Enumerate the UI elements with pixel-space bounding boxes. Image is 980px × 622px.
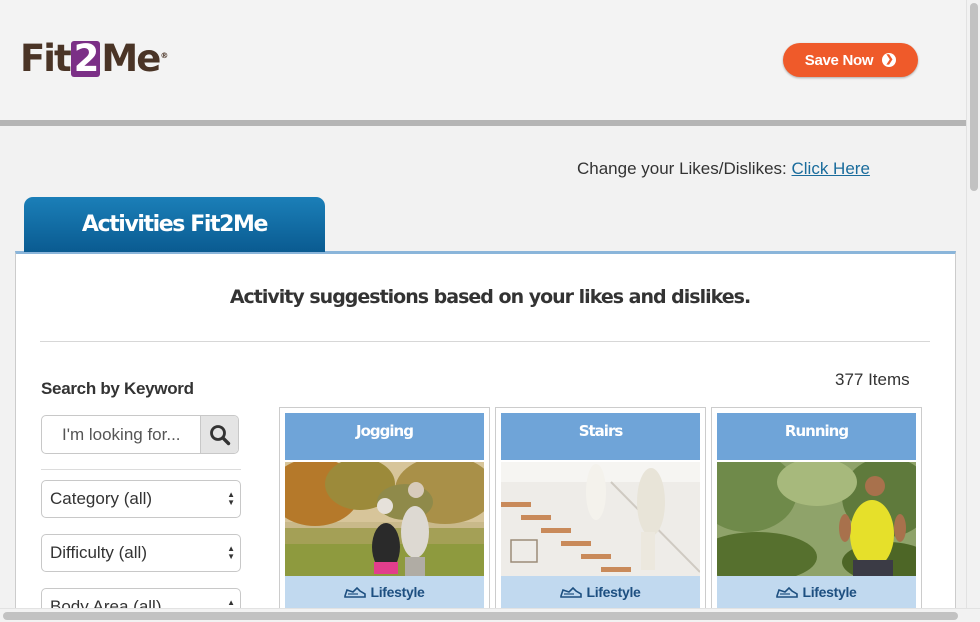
logo-2: 2 [70,40,101,77]
horizontal-scrollbar[interactable] [0,608,980,622]
activity-card-stairs[interactable]: Stairs Lifestyle [495,407,706,622]
select-arrows-icon: ▲▼ [227,544,235,561]
magnifier-icon [209,424,230,445]
logo-trademark: ® [160,51,169,60]
activity-card-running[interactable]: Running Lifestyle [711,407,922,622]
sidebar-divider [41,469,241,470]
logo-fit: Fit [20,37,72,80]
card-tag: Lifestyle [285,576,484,608]
card-tag: Lifestyle [717,576,916,608]
category-select-value: Category (all) [50,489,153,508]
card-tag-label: Lifestyle [802,584,857,600]
save-now-button[interactable]: Save Now ❯ [783,43,918,77]
panel-subtitle: Activity suggestions based on your likes… [229,286,751,308]
card-tag: Lifestyle [501,576,700,608]
card-tag-label: Lifestyle [370,584,425,600]
chevron-circle-right-icon: ❯ [882,53,897,67]
shoe-icon [776,586,799,598]
vertical-scrollbar[interactable] [966,0,980,608]
horizontal-scrollbar-thumb[interactable] [3,612,958,620]
select-arrows-icon: ▲▼ [227,490,235,507]
activity-card-jogging[interactable]: Jogging Lifestyle [279,407,490,622]
shoe-icon [560,586,583,598]
shoe-icon [344,586,367,598]
preferences-line: Change your Likes/Dislikes: Click Here [577,159,870,179]
keyword-search-input[interactable] [42,416,201,453]
save-now-label: Save Now [804,51,874,69]
card-title: Stairs [501,413,700,460]
running-photo [717,462,916,576]
difficulty-select-value: Difficulty (all) [50,543,147,562]
preferences-click-here-link[interactable]: Click Here [792,159,870,178]
logo-me: Me [101,37,161,80]
keyword-search-box [41,415,239,454]
difficulty-select[interactable]: Difficulty (all) ▲ ▼ [41,534,241,572]
header-shadow-bar [0,120,966,126]
panel-divider [40,341,930,342]
results-count: 377 Items [835,370,910,389]
card-title: Jogging [285,413,484,460]
tab-label: Activities Fit2Me [81,212,269,237]
site-header: Fit 2 Me ® Save Now ❯ [0,0,966,122]
card-title: Running [717,413,916,460]
vertical-scrollbar-thumb[interactable] [970,3,978,191]
jogging-photo [285,462,484,576]
search-by-keyword-label: Search by Keyword [41,379,194,398]
category-select[interactable]: Category (all) ▲ ▼ [41,480,241,518]
search-button[interactable] [200,416,238,453]
card-tag-label: Lifestyle [586,584,641,600]
stairs-photo [501,462,700,576]
fit2me-logo[interactable]: Fit 2 Me ® [20,36,168,82]
tab-activities-fit2me[interactable]: Activities Fit2Me [24,197,325,252]
preferences-prompt: Change your Likes/Dislikes: [577,159,787,178]
